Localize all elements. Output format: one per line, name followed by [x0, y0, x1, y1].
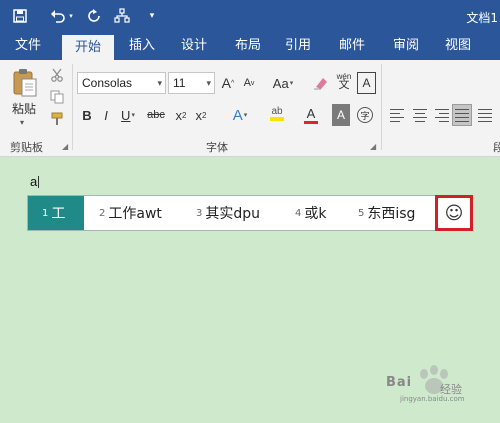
clipboard-launcher-icon[interactable]: ◢ — [62, 142, 68, 151]
distributed-icon[interactable] — [476, 104, 496, 126]
phonetic-guide-button[interactable]: wén 文 — [334, 70, 354, 92]
ime-candidate-5[interactable]: 5 东西isg — [358, 196, 415, 230]
paragraph-group-label: 段 — [493, 141, 500, 154]
candidate-text: 工作awt — [108, 206, 162, 222]
font-group-label: 字体 — [206, 141, 228, 154]
candidate-number: 5 — [358, 207, 365, 219]
group-divider — [72, 64, 73, 150]
font-name-dropdown-icon[interactable]: ▾ — [157, 73, 162, 93]
justify-icon[interactable] — [452, 104, 472, 126]
ime-candidate-2[interactable]: 2 工作awt — [99, 196, 162, 230]
window-title: 文档1 — [466, 11, 498, 25]
font-size-value: 11 — [173, 76, 186, 90]
ribbon-home: 粘贴 ▾ 剪贴板 ◢ Consolas ▾ 11 ▾ A ^ Av Aa ▾ wén… — [0, 60, 500, 157]
candidate-text: 工 — [51, 206, 66, 222]
save-icon[interactable] — [10, 6, 30, 26]
change-case-button[interactable]: Aa ▾ — [268, 72, 298, 94]
font-color-label: A — [306, 106, 316, 121]
grow-font-label: A — [221, 75, 232, 91]
clipboard-group-label: 剪贴板 — [10, 141, 43, 154]
clear-formatting-icon[interactable] — [310, 72, 330, 94]
candidate-text: 或k — [304, 206, 327, 222]
format-painter-icon[interactable] — [48, 110, 66, 128]
underline-label: U — [121, 107, 131, 123]
font-size-combo[interactable]: 11 ▾ — [168, 72, 215, 94]
text-effects-button[interactable]: A ▾ — [226, 104, 254, 126]
cut-icon[interactable] — [48, 66, 66, 84]
align-left-icon[interactable] — [388, 104, 408, 126]
highlight-swatch — [270, 116, 284, 121]
tab-insert[interactable]: 插入 — [122, 32, 162, 60]
align-center-icon[interactable] — [410, 104, 430, 126]
watermark-url: jingyan.baidu.com — [400, 395, 465, 403]
title-bar: ▾ ▾ 文档1 — [0, 0, 500, 32]
highlight-button[interactable]: ab — [262, 102, 292, 124]
candidate-text: 其实dpu — [205, 206, 261, 222]
tab-home[interactable]: 开始 — [62, 35, 114, 60]
undo-icon[interactable] — [48, 6, 68, 26]
paste-icon[interactable] — [12, 68, 38, 98]
font-name-value: Consolas — [82, 76, 133, 90]
strikethrough-button[interactable]: abc — [142, 104, 170, 126]
ribbon-tab-bar: 文件 开始 插入 设计 布局 引用 邮件 审阅 视图 — [0, 32, 500, 60]
group-divider — [381, 64, 382, 150]
enclose-characters-button[interactable]: 字 — [355, 104, 375, 126]
emoji-face-icon[interactable]: ☺ — [435, 195, 473, 231]
font-launcher-icon[interactable]: ◢ — [370, 142, 376, 151]
tab-layout[interactable]: 布局 — [228, 32, 268, 60]
font-color-swatch — [304, 121, 318, 124]
tab-view[interactable]: 视图 — [438, 32, 478, 60]
tab-file[interactable]: 文件 — [6, 32, 50, 60]
ime-candidate-1[interactable]: 1 工 — [28, 196, 84, 230]
tab-review[interactable]: 审阅 — [386, 32, 426, 60]
candidate-number: 2 — [99, 207, 106, 219]
italic-button[interactable]: I — [99, 104, 113, 126]
ime-candidate-3[interactable]: 3 其实dpu — [196, 196, 260, 230]
shrink-font-button[interactable]: Av — [240, 72, 258, 94]
text-cursor — [38, 176, 39, 188]
superscript-button[interactable]: x2 — [192, 104, 210, 126]
redo-icon[interactable] — [84, 6, 104, 26]
ime-candidate-bar: 1 工 2 工作awt 3 其实dpu 4 或k 5 东西isg ☺ — [27, 195, 473, 231]
tab-mailings[interactable]: 邮件 — [332, 32, 372, 60]
shrink-font-label: A — [243, 77, 251, 89]
candidate-text: 东西isg — [367, 206, 416, 222]
ime-candidate-4[interactable]: 4 或k — [295, 196, 326, 230]
tab-references[interactable]: 引用 — [278, 32, 318, 60]
candidate-number: 3 — [196, 207, 203, 219]
paste-button[interactable]: 粘贴 — [12, 100, 36, 117]
customize-qat-icon[interactable]: ▾ — [142, 6, 162, 26]
typed-text: a — [30, 174, 38, 189]
undo-dropdown-icon[interactable]: ▾ — [66, 6, 76, 26]
font-name-combo[interactable]: Consolas ▾ — [77, 72, 166, 94]
enclose-label: 字 — [357, 107, 373, 123]
character-border-label: A — [362, 76, 371, 90]
bold-button[interactable]: B — [79, 104, 95, 126]
tab-design[interactable]: 设计 — [174, 32, 214, 60]
copy-icon[interactable] — [48, 88, 66, 106]
character-shading-button[interactable]: A — [332, 104, 350, 126]
text-effects-label: A — [232, 106, 243, 124]
align-right-icon[interactable] — [431, 104, 451, 126]
highlight-label: ab — [271, 105, 283, 117]
underline-button[interactable]: U ▾ — [116, 104, 140, 126]
character-border-button[interactable]: A — [357, 72, 376, 94]
candidate-number: 1 — [42, 207, 49, 219]
touch-mode-icon[interactable] — [112, 6, 132, 26]
candidate-number: 4 — [295, 207, 302, 219]
paste-dropdown-icon[interactable]: ▾ — [20, 118, 24, 127]
font-color-button[interactable]: A — [296, 104, 326, 126]
watermark-brand: Bai — [386, 375, 413, 390]
font-size-dropdown-icon[interactable]: ▾ — [206, 73, 211, 93]
change-case-label: Aa — [272, 75, 289, 91]
subscript-button[interactable]: x2 — [172, 104, 190, 126]
grow-font-button[interactable]: A ^ — [219, 72, 237, 94]
